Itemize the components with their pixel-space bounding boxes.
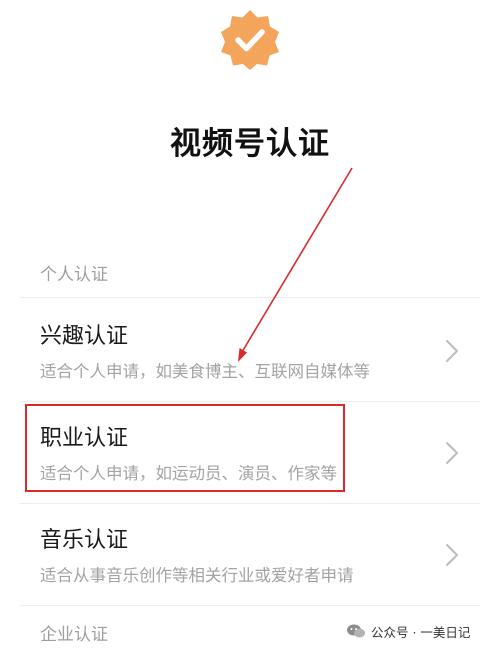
divider: [20, 605, 480, 606]
item-title: 音乐认证: [40, 528, 129, 553]
wechat-icon: [347, 624, 365, 638]
watermark-text: 公众号 · 一美日记: [371, 624, 471, 640]
divider: [20, 297, 480, 298]
item-title: 兴趣认证: [40, 324, 129, 349]
chevron-right-icon: [446, 544, 458, 566]
chevron-right-icon: [446, 340, 458, 362]
verified-badge-icon: [221, 10, 279, 70]
section-label-enterprise[interactable]: 企业认证: [40, 620, 108, 645]
item-description: 适合从事音乐创作等相关行业或爱好者申请: [40, 566, 354, 585]
page-title: 视频号认证: [170, 126, 330, 162]
section-label-personal: 个人认证: [40, 265, 108, 285]
list-item-music-certification[interactable]: 音乐认证 适合从事音乐创作等相关行业或爱好者申请: [0, 504, 500, 604]
annotation-highlight-box: [25, 404, 345, 492]
list-item-interest-certification[interactable]: 兴趣认证 适合个人申请，如美食博主、互联网自媒体等: [0, 300, 500, 400]
watermark: 公众号 · 一美日记: [346, 620, 470, 642]
chevron-right-icon: [446, 442, 458, 464]
item-description: 适合个人申请，如美食博主、互联网自媒体等: [40, 362, 370, 381]
